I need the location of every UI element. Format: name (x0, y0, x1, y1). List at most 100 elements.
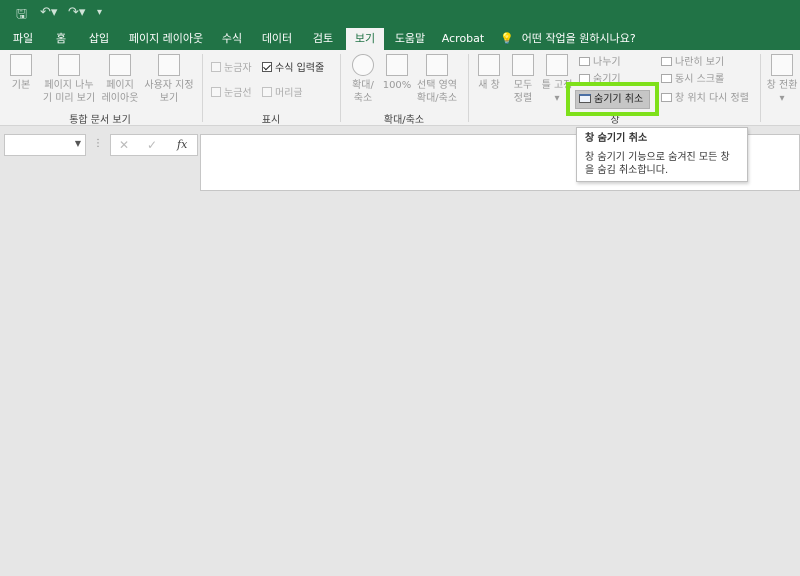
unhide-window-icon (579, 94, 591, 103)
ribbon: 기본 페이지 나누 기 미리 보기 페이지 레이아웃 사용자 지정 보기 통합 … (0, 50, 800, 126)
tooltip-description: 창 숨기기 기능으로 숨겨진 모든 창을 숨김 취소합니다. (585, 152, 730, 176)
group-divider (202, 54, 203, 122)
ruler-checkbox[interactable]: 눈금자 (211, 62, 252, 76)
custom-views-label-1: 사용자 지정 (144, 80, 194, 91)
group-divider (760, 54, 761, 122)
arrange-all-button[interactable]: 모두 정렬 (508, 54, 538, 105)
side-by-side-icon (661, 57, 672, 66)
name-box[interactable]: ▼ (4, 134, 86, 156)
tab-review[interactable]: 검토 (304, 28, 342, 50)
zoom-to-selection-button[interactable]: 선택 영역 확대/축소 (414, 54, 460, 105)
page-layout-label-1: 페이지 (106, 80, 134, 91)
gridlines-label: 눈금선 (224, 88, 252, 99)
zoom-100-icon (386, 54, 408, 76)
group-label-show: 표시 (261, 115, 281, 126)
checkbox-box (211, 62, 221, 72)
split-icon (579, 57, 590, 66)
zoom-100-button[interactable]: 100% (382, 54, 412, 92)
ruler-label: 눈금자 (224, 63, 252, 74)
custom-views-label-2: 보기 (159, 93, 179, 104)
group-label-zoom: 확대/축소 (383, 115, 425, 126)
switch-windows-icon (771, 54, 793, 76)
tab-page-layout[interactable]: 페이지 레이아웃 (122, 28, 210, 50)
checkbox-checked (262, 62, 272, 72)
page-break-label-1: 페이지 나누 (44, 80, 94, 91)
new-window-label: 새 창 (478, 80, 500, 91)
new-window-button[interactable]: 새 창 (474, 54, 504, 92)
group-divider (468, 54, 469, 122)
insert-function-icon[interactable]: fx (177, 138, 187, 151)
side-by-side-label: 나란히 보기 (675, 57, 725, 68)
unhide-label: 숨기기 취소 (594, 94, 644, 105)
zoom-selection-label-1: 선택 영역 (417, 80, 457, 91)
custom-views-icon (158, 54, 180, 76)
zoom-selection-label-2: 확대/축소 (416, 93, 458, 104)
sync-scroll-button[interactable]: 동시 스크롤 (661, 73, 724, 87)
redo-icon[interactable]: ↷▾ (68, 5, 85, 20)
custom-views-button[interactable]: 사용자 지정 보기 (142, 54, 196, 105)
unhide-tooltip: 창 숨기기 취소 창 숨기기 기능으로 숨겨진 모든 창을 숨김 취소합니다. (576, 127, 748, 182)
formula-bar-grip[interactable]: ⋮ (93, 138, 103, 149)
formula-bar-label: 수식 입력줄 (275, 63, 325, 74)
view-side-by-side-button[interactable]: 나란히 보기 (661, 56, 724, 70)
title-bar: 🖫 ↶▾ ↷▾ ▾ (0, 0, 800, 28)
split-label: 나누기 (593, 57, 621, 68)
reset-window-position-button[interactable]: 창 위치 다시 정렬 (661, 92, 749, 106)
page-break-preview-button[interactable]: 페이지 나누 기 미리 보기 (40, 54, 98, 105)
headings-label: 머리글 (275, 88, 303, 99)
switch-windows-button[interactable]: 창 전환 ▾ (764, 54, 800, 105)
chevron-down-icon: ▾ (779, 93, 785, 104)
tab-help[interactable]: 도움말 (388, 28, 432, 50)
group-divider (340, 54, 341, 122)
magnifier-icon (352, 54, 374, 76)
tell-me-box[interactable]: 💡 어떤 작업을 원하시나요? (500, 28, 636, 50)
formula-bar-checkbox[interactable]: 수식 입력줄 (262, 62, 324, 76)
switch-windows-label: 창 전환 (766, 80, 798, 91)
zoom-100-label: 100% (382, 80, 412, 91)
lightbulb-icon: 💡 (500, 32, 514, 45)
formula-buttons: ✕ ✓ fx (110, 134, 198, 156)
freeze-panes-icon (546, 54, 568, 76)
sync-scroll-label: 동시 스크롤 (675, 74, 725, 85)
ribbon-tabs: 파일 홈 삽입 페이지 레이아웃 수식 데이터 검토 보기 도움말 Acroba… (0, 28, 800, 50)
unhide-button[interactable]: 숨기기 취소 (575, 90, 650, 109)
save-icon[interactable]: 🖫 (16, 5, 27, 27)
reset-position-icon (661, 93, 672, 102)
tab-view[interactable]: 보기 (346, 28, 384, 50)
headings-checkbox[interactable]: 머리글 (262, 87, 303, 101)
page-break-label-2: 기 미리 보기 (42, 93, 96, 104)
tab-file[interactable]: 파일 (6, 28, 40, 50)
normal-view-icon (10, 54, 32, 76)
tab-data[interactable]: 데이터 (254, 28, 300, 50)
tab-home[interactable]: 홈 (46, 28, 76, 50)
new-window-icon (478, 54, 500, 76)
group-label-workbook-views: 통합 문서 보기 (69, 115, 131, 126)
enter-icon[interactable]: ✓ (147, 138, 157, 152)
sync-scroll-icon (661, 74, 672, 83)
page-layout-view-button[interactable]: 페이지 레이아웃 (100, 54, 140, 105)
arrange-label-1: 모두 (513, 80, 533, 91)
chevron-down-icon[interactable]: ▼ (75, 139, 81, 148)
page-layout-label-2: 레이아웃 (101, 93, 139, 104)
undo-icon[interactable]: ↶▾ (40, 5, 57, 20)
reset-position-label: 창 위치 다시 정렬 (675, 93, 749, 104)
normal-view-button[interactable]: 기본 (6, 54, 36, 92)
checkbox-box (262, 87, 272, 97)
tab-insert[interactable]: 삽입 (80, 28, 118, 50)
zoom-selection-icon (426, 54, 448, 76)
page-break-preview-icon (58, 54, 80, 76)
tab-formulas[interactable]: 수식 (214, 28, 250, 50)
normal-view-label: 기본 (11, 80, 31, 91)
zoom-label-1: 확대/ (352, 80, 374, 91)
zoom-button[interactable]: 확대/ 축소 (346, 54, 380, 105)
tell-me-text: 어떤 작업을 원하시나요? (521, 32, 636, 45)
arrange-all-icon (512, 54, 534, 76)
cancel-icon[interactable]: ✕ (119, 138, 129, 152)
gridlines-checkbox[interactable]: 눈금선 (211, 87, 252, 101)
tooltip-title: 창 숨기기 취소 (585, 133, 648, 144)
page-layout-icon (109, 54, 131, 76)
arrange-label-2: 정렬 (513, 93, 533, 104)
split-button[interactable]: 나누기 (579, 56, 621, 70)
customize-qat-icon[interactable]: ▾ (97, 7, 102, 18)
tab-acrobat[interactable]: Acrobat (438, 28, 488, 50)
